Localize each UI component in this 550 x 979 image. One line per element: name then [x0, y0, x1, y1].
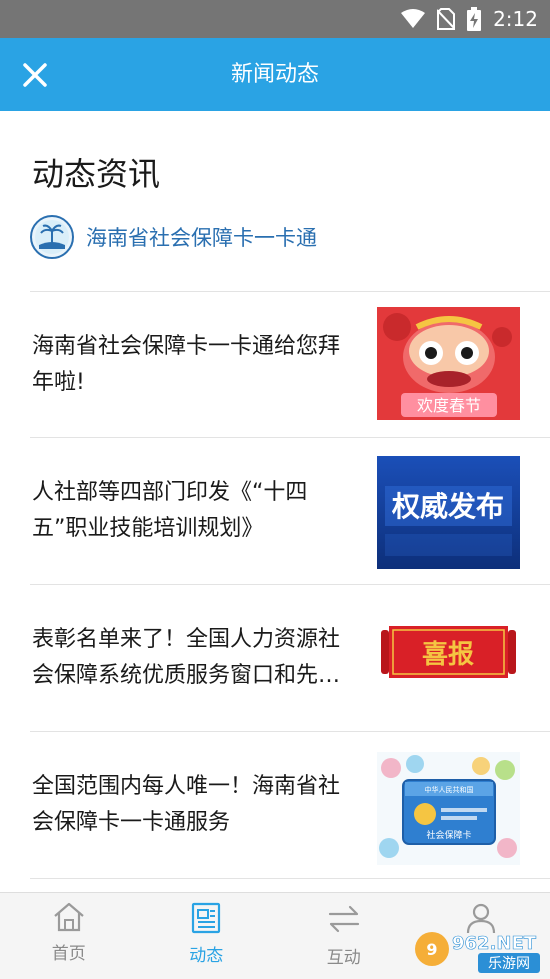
- thumb-text: 欢度春节: [417, 396, 481, 415]
- no-sim-icon: [437, 8, 456, 30]
- news-thumbnail: 中华人民共和国 社会保障卡: [377, 752, 520, 865]
- tab-home-label: 首页: [51, 944, 86, 964]
- close-button[interactable]: [14, 54, 56, 96]
- news-thumbnail: 权威发布: [377, 456, 520, 569]
- tab-news-label: 动态: [189, 946, 224, 966]
- tab-news[interactable]: 动态: [138, 893, 276, 979]
- status-icons: 2:12: [401, 0, 538, 38]
- bottom-tab-bar: 首页 动态 互动 9 962.NET 乐游网: [0, 892, 550, 979]
- source-logo: [30, 215, 74, 259]
- home-icon: [54, 902, 84, 932]
- news-item[interactable]: 海南省社会保障卡一卡通给您拜年啦! 欢度春节: [0, 292, 550, 437]
- close-icon: [23, 63, 47, 87]
- news-title-text: 人社部等四部门印发《“十四五”职业技能培训规划》: [32, 479, 308, 541]
- thumb-subtext: 中华人民共和国: [425, 785, 474, 794]
- tab-interact-label: 互动: [326, 948, 361, 968]
- news-title: 人社部等四部门印发《“十四五”职业技能培训规划》: [32, 438, 352, 583]
- news-title: 全国范围内每人唯一！海南省社会保障卡一卡通服务: [32, 732, 352, 877]
- page-title: 新闻动态: [230, 62, 319, 87]
- news-item[interactable]: 表彰名单来了！全国人力资源社会保障系统优质服务窗口和先进个人 喜报: [0, 585, 550, 730]
- source-name: 海南省社会保障卡一卡通: [86, 226, 317, 250]
- news-content[interactable]: 动态资讯 海南省社会保障卡一卡通 海南省社会保障卡一卡通给您拜年啦! 欢度春节 …: [0, 111, 550, 892]
- news-title-text: 表彰名单来了！全国人力资源社会保障系统优质服务窗口和先进个人: [32, 626, 341, 688]
- tab-home[interactable]: 首页: [0, 893, 138, 979]
- good-news-image: 喜报: [377, 600, 520, 713]
- social-security-card-image: 中华人民共和国 社会保障卡: [377, 752, 520, 865]
- svg-text:9: 9: [426, 940, 437, 959]
- section-title: 动态资讯: [32, 155, 161, 193]
- lion-dance-image: 欢度春节: [377, 307, 520, 420]
- news-title: 表彰名单来了！全国人力资源社会保障系统优质服务窗口和先进个人: [32, 585, 352, 730]
- news-item[interactable]: 全国范围内每人唯一！海南省社会保障卡一卡通服务 中华人民共和国 社会保障卡: [0, 732, 550, 877]
- news-icon: [192, 902, 221, 934]
- source-row[interactable]: 海南省社会保障卡一卡通: [30, 215, 317, 259]
- status-time: 2:12: [493, 7, 538, 31]
- authority-release-image: 权威发布: [377, 456, 520, 569]
- exchange-icon: [328, 905, 359, 933]
- palm-logo-icon: [35, 220, 69, 254]
- wifi-icon: [401, 9, 426, 28]
- battery-charging-icon: [467, 7, 482, 31]
- news-item[interactable]: 人社部等四部门印发《“十四五”职业技能培训规划》 权威发布: [0, 438, 550, 583]
- divider: [30, 878, 550, 879]
- watermark: 9 962.NET 乐游网: [412, 923, 544, 975]
- watermark-sub: 乐游网: [488, 956, 530, 972]
- news-title-text: 全国范围内每人唯一！海南省社会保障卡一卡通服务: [32, 773, 341, 835]
- news-thumbnail: 欢度春节: [377, 307, 520, 420]
- app-header: 新闻动态: [0, 38, 550, 111]
- watermark-brand: 962.NET: [452, 933, 537, 954]
- news-title-text: 海南省社会保障卡一卡通给您拜年啦!: [32, 333, 341, 395]
- thumb-text: 社会保障卡: [426, 829, 471, 841]
- news-title: 海南省社会保障卡一卡通给您拜年啦!: [32, 292, 352, 437]
- watermark-logo: 9 962.NET 乐游网: [415, 932, 540, 973]
- status-bar: 2:12: [0, 0, 550, 38]
- thumb-text: 喜报: [422, 639, 474, 670]
- thumb-text: 权威发布: [391, 490, 504, 523]
- news-thumbnail: 喜报: [377, 600, 520, 713]
- tab-interact[interactable]: 互动: [275, 893, 413, 979]
